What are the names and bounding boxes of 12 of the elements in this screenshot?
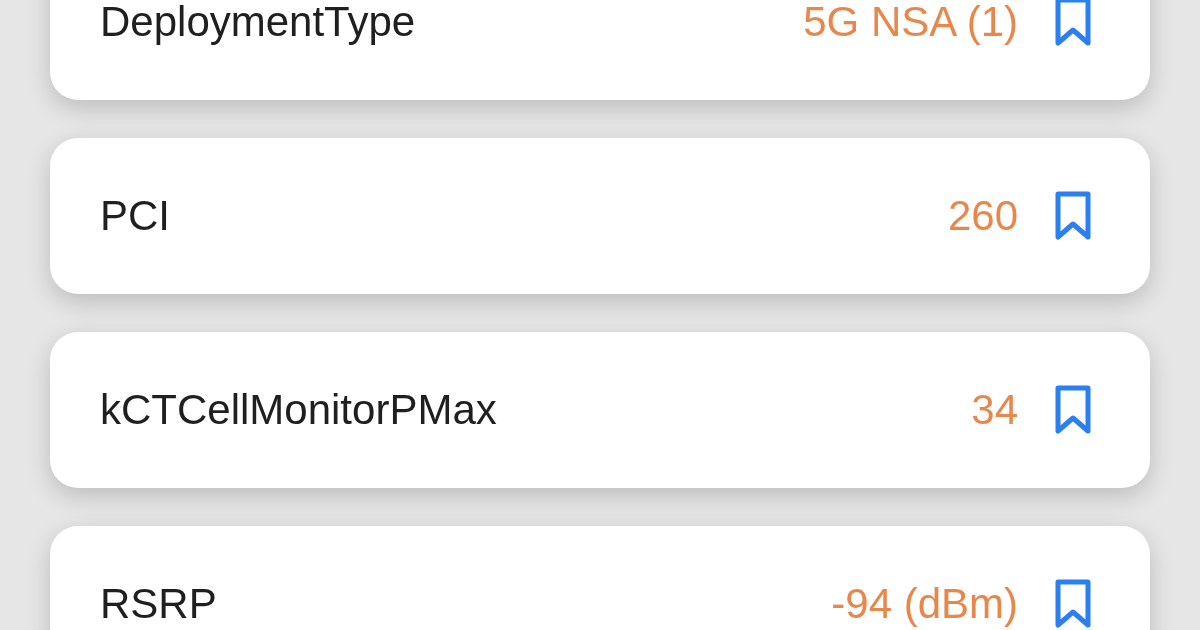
bookmark-icon[interactable] — [1054, 190, 1092, 242]
bookmark-icon[interactable] — [1054, 578, 1092, 630]
field-value: 5G NSA (1) — [803, 1, 1018, 43]
field-label: RSRP — [100, 583, 217, 625]
field-value: -94 (dBm) — [831, 583, 1018, 625]
field-value: 34 — [971, 389, 1018, 431]
bookmark-icon[interactable] — [1054, 384, 1092, 436]
field-label: PCI — [100, 195, 170, 237]
field-label: kCTCellMonitorPMax — [100, 389, 497, 431]
field-label: DeploymentType — [100, 1, 416, 43]
field-value: 260 — [947, 195, 1018, 237]
bookmark-icon[interactable] — [1054, 0, 1092, 48]
